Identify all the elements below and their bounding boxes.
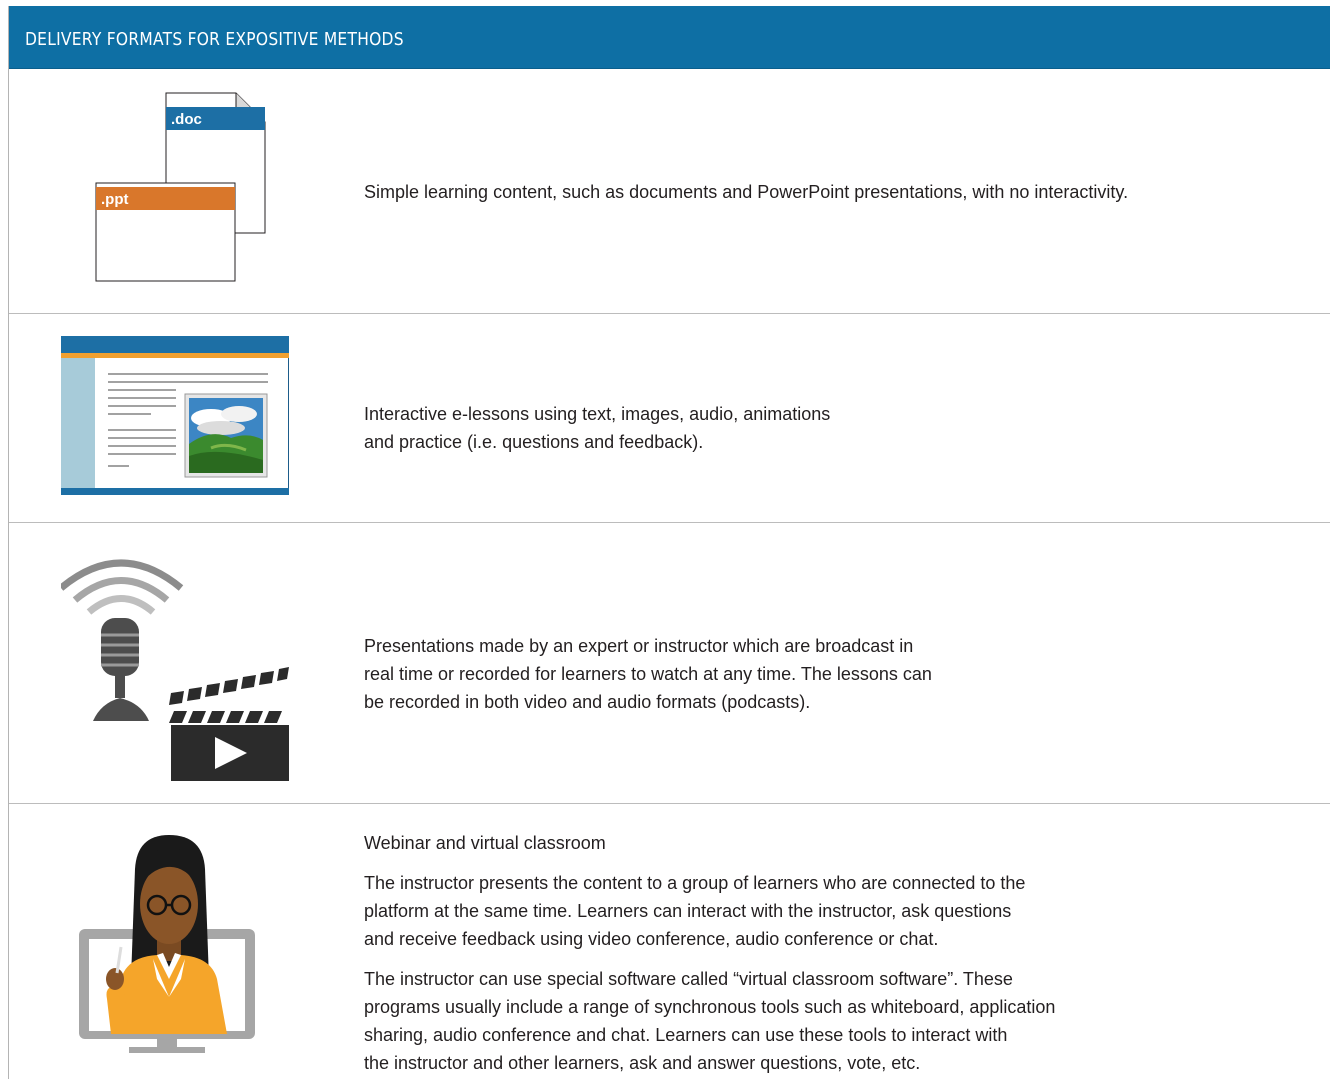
paragraph-2-line-1: The instructor can use special software … xyxy=(364,969,1013,989)
doc-label: .doc xyxy=(171,111,202,128)
table-header: DELIVERY FORMATS FOR EXPOSITIVE METHODS xyxy=(9,6,1330,69)
paragraph-1-line-1: The instructor presents the content to a… xyxy=(364,873,1026,893)
row-presentations: Presentations made by an expert or instr… xyxy=(9,523,1330,804)
paragraph-2-line-4: the instructor and other learners, ask a… xyxy=(364,1053,921,1073)
paragraph-2-line-3: sharing, audio conference and chat. Lear… xyxy=(364,1025,1008,1045)
webinar-heading: Webinar and virtual classroom xyxy=(364,833,606,853)
row-webinar: Webinar and virtual classroom The instru… xyxy=(9,804,1330,1079)
documents-icon: .doc .ppt xyxy=(95,92,266,282)
description-line: Simple learning content, such as documen… xyxy=(364,182,1129,202)
webinar-paragraph-1: The instructor presents the content to a… xyxy=(364,869,1055,953)
paragraph-1-line-2: platform at the same time. Learners can … xyxy=(364,901,1012,921)
instructor-monitor-icon xyxy=(79,835,255,1053)
paragraph-2-line-2: programs usually include a range of sync… xyxy=(364,997,1056,1017)
webinar-paragraph-2: The instructor can use special software … xyxy=(364,965,1055,1077)
microphone-clapperboard-icon xyxy=(61,559,289,781)
description-line-2: and practice (i.e. questions and feedbac… xyxy=(364,432,704,452)
row-text: Presentations made by an expert or instr… xyxy=(364,632,932,716)
row-text: Interactive e-lessons using text, images… xyxy=(364,400,830,456)
row-simple-content: .doc .ppt Simple learning content, such … xyxy=(9,69,1330,314)
description-line-2: real time or recorded for learners to wa… xyxy=(364,664,932,684)
content-table: DELIVERY FORMATS FOR EXPOSITIVE METHODS … xyxy=(8,6,1330,1079)
row-e-lessons: Interactive e-lessons using text, images… xyxy=(9,314,1330,523)
description-line-1: Presentations made by an expert or instr… xyxy=(364,636,914,656)
row-text: Simple learning content, such as documen… xyxy=(364,178,1128,206)
row-text: Webinar and virtual classroom The instru… xyxy=(364,829,1055,1089)
e-lesson-screen-icon xyxy=(61,336,289,495)
ppt-label: .ppt xyxy=(101,191,129,208)
description-line-3: be recorded in both video and audio form… xyxy=(364,692,811,712)
description-line-1: Interactive e-lessons using text, images… xyxy=(364,404,831,424)
header-title: DELIVERY FORMATS FOR EXPOSITIVE METHODS xyxy=(25,29,404,50)
paragraph-1-line-3: and receive feedback using video confere… xyxy=(364,929,939,949)
